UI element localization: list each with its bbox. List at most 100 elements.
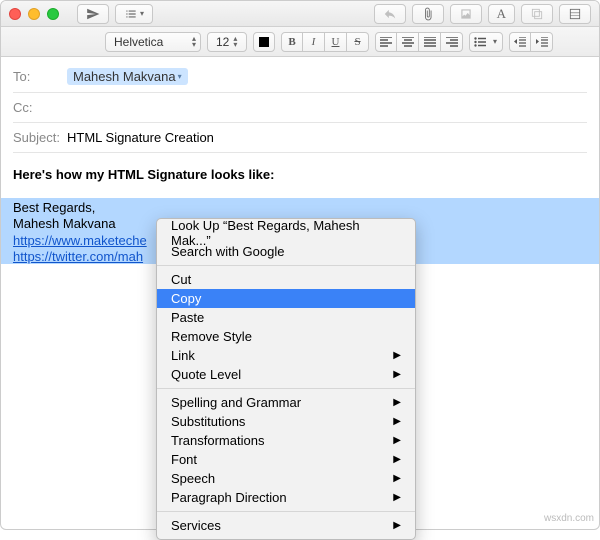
to-label: To:: [13, 69, 67, 84]
to-value: Mahesh Makvana: [73, 69, 176, 84]
send-button[interactable]: [77, 4, 109, 24]
align-justify-button[interactable]: [419, 32, 441, 52]
zoom-icon[interactable]: [47, 8, 59, 20]
grid-icon: [568, 7, 582, 21]
menu-transformations[interactable]: Transformations▶: [157, 431, 415, 450]
style-group: B I U S: [281, 32, 369, 52]
menu-services[interactable]: Services▶: [157, 516, 415, 535]
underline-button[interactable]: U: [325, 32, 347, 52]
subject-label: Subject:: [13, 130, 67, 145]
watermark: wsxdn.com: [544, 513, 594, 524]
to-token[interactable]: Mahesh Makvana ▾: [67, 68, 188, 85]
align-group: [375, 32, 463, 52]
text-color-button[interactable]: [253, 32, 275, 52]
stationery-button[interactable]: [521, 4, 553, 24]
reply-button[interactable]: [374, 4, 406, 24]
underline-icon: U: [332, 36, 340, 48]
chevron-right-icon: ▶: [393, 473, 401, 484]
sig-link2[interactable]: https://twitter.com/mah: [13, 249, 143, 264]
chevron-right-icon: ▶: [393, 454, 401, 465]
menu-spelling[interactable]: Spelling and Grammar▶: [157, 393, 415, 412]
context-menu: Look Up “Best Regards, Mahesh Mak...” Se…: [156, 218, 416, 540]
color-swatch-icon: [259, 37, 269, 47]
font-size-value: 12: [216, 35, 229, 49]
menu-speech[interactable]: Speech▶: [157, 469, 415, 488]
strike-icon: S: [354, 36, 360, 48]
indent-icon: [536, 37, 548, 47]
minimize-icon[interactable]: [28, 8, 40, 20]
italic-icon: I: [312, 36, 316, 48]
photo-icon: [459, 7, 473, 21]
chevron-down-icon: ▾: [140, 9, 144, 18]
chevron-updown-icon: ▴▾: [233, 36, 237, 48]
subject-value: HTML Signature Creation: [67, 130, 214, 145]
bullet-list-icon: [474, 37, 486, 47]
list-button[interactable]: ▾: [469, 32, 503, 52]
bold-button[interactable]: B: [281, 32, 303, 52]
cc-label: Cc:: [13, 100, 67, 115]
menu-paragraph-direction[interactable]: Paragraph Direction▶: [157, 488, 415, 507]
format-button[interactable]: A: [488, 4, 515, 24]
chevron-right-icon: ▶: [393, 416, 401, 427]
reply-icon: [383, 7, 397, 21]
chevron-right-icon: ▶: [393, 369, 401, 380]
header-fields-button[interactable]: ▾: [115, 4, 153, 24]
paper-plane-icon: [86, 7, 100, 21]
stack-icon: [530, 7, 544, 21]
chevron-right-icon: ▶: [393, 350, 401, 361]
strike-button[interactable]: S: [347, 32, 369, 52]
format-a-icon: A: [497, 6, 506, 22]
close-icon[interactable]: [9, 8, 21, 20]
menu-remove-style[interactable]: Remove Style: [157, 327, 415, 346]
align-left-button[interactable]: [375, 32, 397, 52]
chevron-right-icon: ▶: [393, 492, 401, 503]
font-family-select[interactable]: Helvetica ▴▾: [105, 32, 201, 52]
header-fields: To: Mahesh Makvana ▾ Cc: Subject: HTML S…: [1, 57, 599, 153]
chevron-updown-icon: ▴▾: [192, 36, 196, 48]
chevron-right-icon: ▶: [393, 435, 401, 446]
titlebar: ▾ A: [1, 1, 599, 27]
align-left-icon: [380, 37, 392, 47]
menu-cut[interactable]: Cut: [157, 270, 415, 289]
menu-quote-level[interactable]: Quote Level▶: [157, 365, 415, 384]
menu-paste[interactable]: Paste: [157, 308, 415, 327]
menu-link[interactable]: Link▶: [157, 346, 415, 365]
align-justify-icon: [424, 37, 436, 47]
paperclip-icon: [421, 7, 435, 21]
italic-button[interactable]: I: [303, 32, 325, 52]
menu-separator: [157, 388, 415, 389]
menu-lookup[interactable]: Look Up “Best Regards, Mahesh Mak...”: [157, 223, 415, 242]
align-right-button[interactable]: [441, 32, 463, 52]
chevron-down-icon: ▾: [178, 72, 182, 81]
align-right-icon: [446, 37, 458, 47]
photo-browser-button[interactable]: [559, 4, 591, 24]
menu-copy[interactable]: Copy: [157, 289, 415, 308]
outdent-icon: [514, 37, 526, 47]
format-bar: Helvetica ▴▾ 12 ▴▾ B I U S ▾: [1, 27, 599, 57]
indent-group: [509, 32, 553, 52]
font-size-select[interactable]: 12 ▴▾: [207, 32, 247, 52]
menu-separator: [157, 511, 415, 512]
align-center-button[interactable]: [397, 32, 419, 52]
bold-icon: B: [288, 36, 295, 48]
subject-row[interactable]: Subject: HTML Signature Creation: [13, 123, 587, 153]
list-icon: [124, 7, 138, 21]
sig-link1[interactable]: https://www.maketeche: [13, 233, 147, 248]
body-intro: Here's how my HTML Signature looks like:: [13, 167, 587, 182]
chevron-right-icon: ▶: [393, 397, 401, 408]
chevron-down-icon: ▾: [493, 39, 497, 45]
outdent-button[interactable]: [509, 32, 531, 52]
menu-font[interactable]: Font▶: [157, 450, 415, 469]
menu-substitutions[interactable]: Substitutions▶: [157, 412, 415, 431]
attach-button[interactable]: [412, 4, 444, 24]
font-family-value: Helvetica: [114, 35, 163, 49]
chevron-right-icon: ▶: [393, 520, 401, 531]
sig-line1: Best Regards,: [13, 200, 587, 216]
include-button[interactable]: [450, 4, 482, 24]
menu-separator: [157, 265, 415, 266]
cc-row[interactable]: Cc:: [13, 93, 587, 123]
indent-button[interactable]: [531, 32, 553, 52]
to-row[interactable]: To: Mahesh Makvana ▾: [13, 61, 587, 93]
align-center-icon: [402, 37, 414, 47]
window-controls: [9, 8, 59, 20]
